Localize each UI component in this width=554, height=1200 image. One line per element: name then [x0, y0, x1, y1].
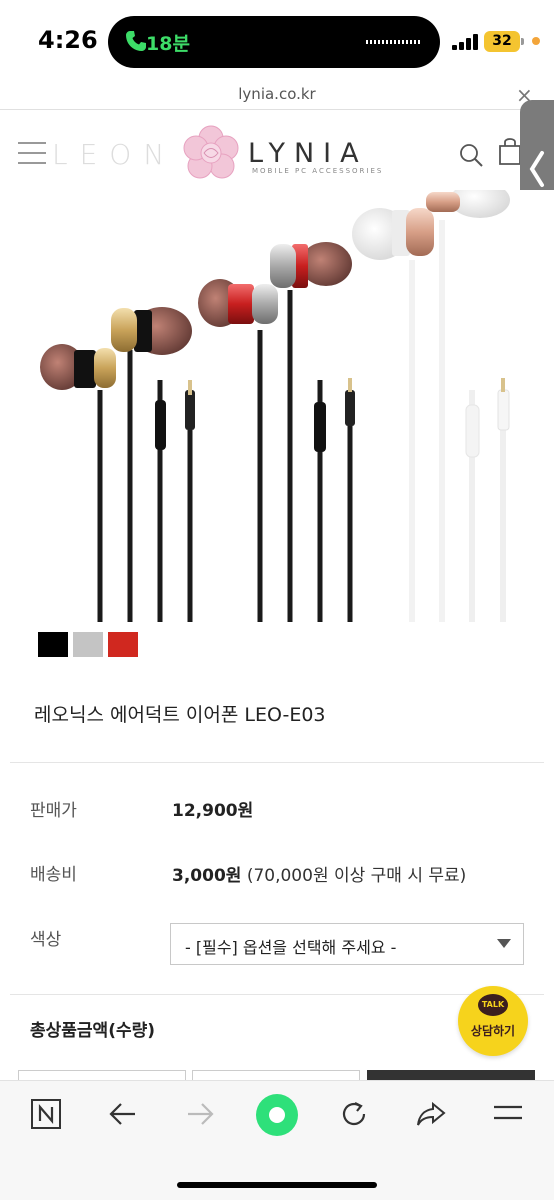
kakao-talk-button[interactable]: TALK 상담하기 [458, 986, 528, 1056]
call-duration: 18분 [146, 33, 190, 55]
shipping-row: 3,000원 (70,000원 이상 구매 시 무료) [172, 861, 466, 886]
search-icon[interactable] [458, 142, 484, 168]
back-arrow-icon[interactable] [101, 1098, 145, 1138]
brand-lynia[interactable]: LYNIA [248, 138, 368, 169]
green-dot-icon[interactable] [255, 1093, 299, 1141]
status-bar: 4:26 18분 32 [0, 0, 554, 84]
earphone-black-gold [40, 307, 195, 622]
swatch-black[interactable] [38, 632, 68, 657]
dropdown-arrow-icon [497, 939, 511, 948]
dynamic-island[interactable]: 18분 [108, 16, 440, 68]
color-label: 색상 [30, 930, 62, 950]
battery-tip [521, 38, 524, 45]
home-indicator [177, 1182, 377, 1188]
talk-button-label: 상담하기 [470, 1024, 516, 1038]
product-title: 레오닉스 에어덕트 이어폰 LEO-E03 [34, 704, 326, 726]
divider [10, 994, 544, 995]
color-option-value: - [필수] 옵션을 선택해 주세요 - [185, 938, 397, 957]
audio-waveform-icon [366, 40, 422, 44]
product-image[interactable] [0, 190, 554, 624]
phone-icon [126, 31, 146, 51]
price-label: 판매가 [30, 801, 77, 821]
swatch-silver[interactable] [73, 632, 103, 657]
earphone-red [198, 242, 355, 622]
menu-icon[interactable] [486, 1098, 530, 1138]
swatch-red[interactable] [108, 632, 138, 657]
n-home-icon[interactable] [24, 1098, 68, 1138]
battery-icon: 32 [484, 31, 520, 52]
earphone-white-rosegold [352, 190, 510, 622]
privacy-indicator-dot [532, 37, 540, 45]
hamburger-icon[interactable] [18, 142, 46, 164]
brand-subtitle: MOBILE PC ACCESSORIES [252, 167, 384, 175]
url-bar[interactable]: lynia.co.kr × [0, 83, 554, 110]
signal-icon [452, 34, 478, 50]
url-text[interactable]: lynia.co.kr [0, 85, 554, 103]
total-label: 총상품금액(수량) [30, 1021, 156, 1041]
status-time: 4:26 [38, 26, 98, 54]
shipping-note: (70,000원 이상 구매 시 무료) [246, 866, 467, 886]
chevron-left-icon [529, 151, 544, 187]
shipping-label: 배송비 [30, 865, 77, 885]
cart-icon[interactable] [498, 136, 522, 166]
site-header: LEON LYNIA MOBILE PC ACCESSORIES [0, 110, 554, 196]
price-value: 12,900원 [172, 801, 254, 821]
refresh-icon[interactable] [332, 1098, 376, 1138]
shipping-value: 3,000원 [172, 866, 242, 886]
talk-bubble-icon: TALK [478, 994, 508, 1016]
brand-leon[interactable]: LEON [52, 138, 176, 171]
divider [10, 762, 544, 763]
flower-logo-icon[interactable] [182, 124, 240, 182]
color-option-select[interactable]: - [필수] 옵션을 선택해 주세요 - [170, 923, 524, 965]
share-icon[interactable] [409, 1098, 453, 1138]
forward-arrow-icon[interactable] [178, 1098, 222, 1138]
